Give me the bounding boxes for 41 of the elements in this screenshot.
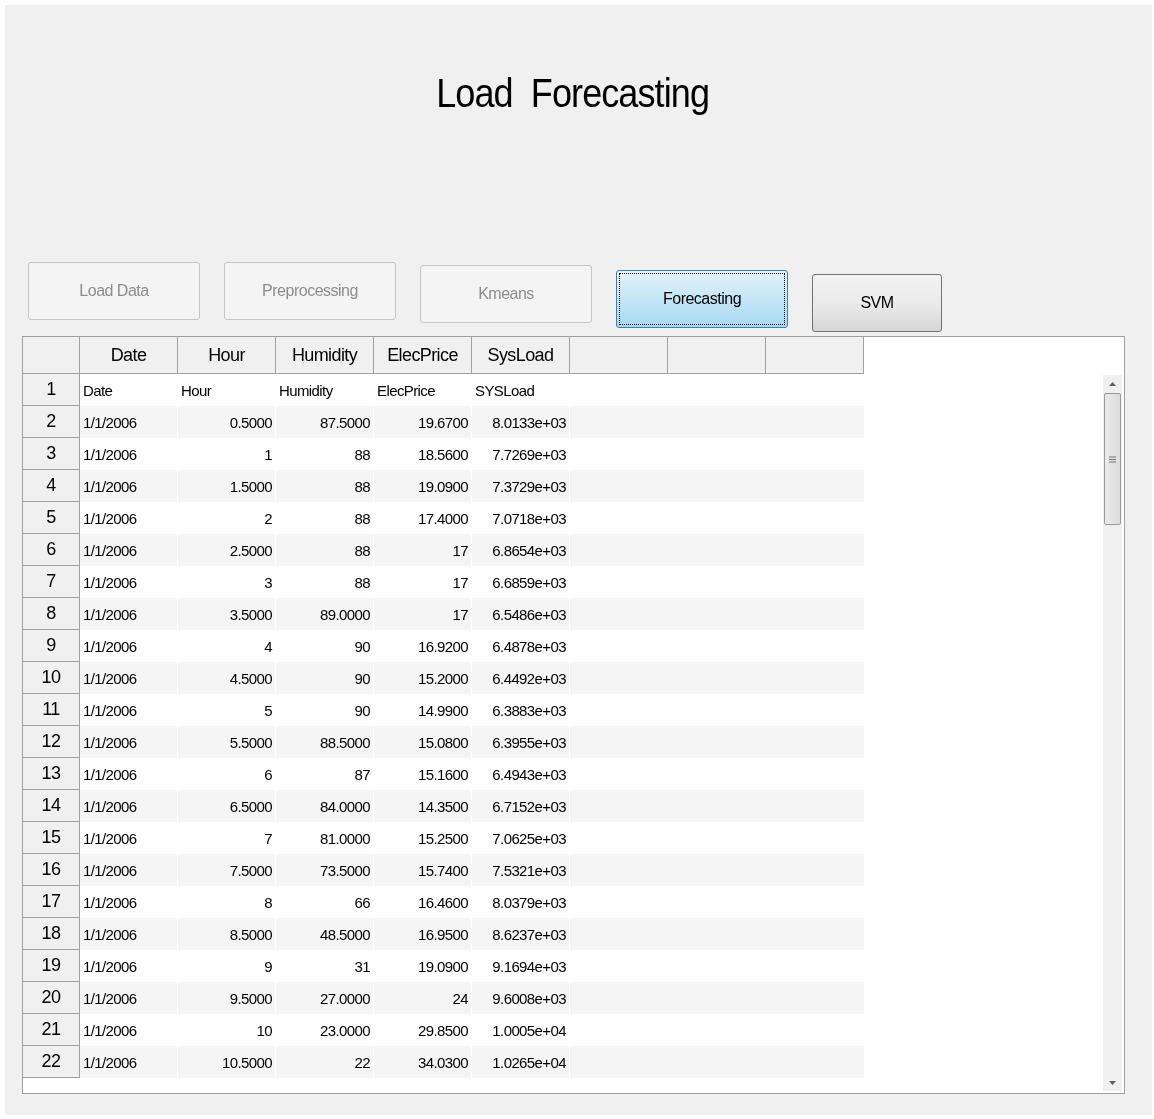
column-header[interactable]: Humidity bbox=[276, 337, 374, 374]
row-header[interactable]: 19 bbox=[23, 950, 80, 982]
row-header[interactable]: 3 bbox=[23, 438, 80, 470]
scrollbar[interactable] bbox=[1103, 375, 1122, 1091]
row-header[interactable]: 16 bbox=[23, 854, 80, 886]
row-header[interactable]: 18 bbox=[23, 918, 80, 950]
table-cell: 1.0265e+04 bbox=[472, 1046, 570, 1078]
table-cell: 10.5000 bbox=[178, 1046, 276, 1078]
column-header[interactable]: Date bbox=[80, 337, 178, 374]
row-header[interactable]: 8 bbox=[23, 598, 80, 630]
row-header[interactable]: 15 bbox=[23, 822, 80, 854]
row-header[interactable]: 10 bbox=[23, 662, 80, 694]
column-header[interactable] bbox=[570, 337, 668, 374]
row-header[interactable]: 2 bbox=[23, 406, 80, 438]
column-header[interactable]: SysLoad bbox=[472, 337, 570, 374]
action-button[interactable]: Forecasting bbox=[616, 270, 788, 328]
row-header[interactable]: 17 bbox=[23, 886, 80, 918]
scrollbar-thumb[interactable] bbox=[1104, 393, 1121, 525]
table-cell: 22 bbox=[276, 1046, 374, 1078]
row-header[interactable]: 6 bbox=[23, 534, 80, 566]
row-header[interactable]: 12 bbox=[23, 726, 80, 758]
row-header[interactable]: 21 bbox=[23, 1014, 80, 1046]
row-header[interactable]: 11 bbox=[23, 694, 80, 726]
column-header[interactable]: Hour bbox=[178, 337, 276, 374]
column-header[interactable] bbox=[668, 337, 766, 374]
row-header[interactable]: 14 bbox=[23, 790, 80, 822]
column-header[interactable] bbox=[766, 337, 864, 374]
table-cell: 34.0300 bbox=[374, 1046, 472, 1078]
table-cell: 1/1/2006 bbox=[80, 1046, 178, 1078]
app-title: Load Forecasting bbox=[436, 71, 710, 116]
row-header[interactable]: 22 bbox=[23, 1046, 80, 1078]
row-header[interactable]: 20 bbox=[23, 982, 80, 1014]
row-header[interactable]: 5 bbox=[23, 502, 80, 534]
row-header[interactable]: 4 bbox=[23, 470, 80, 502]
row-header[interactable]: 7 bbox=[23, 566, 80, 598]
grip-icon bbox=[1109, 455, 1116, 463]
row-header[interactable]: 13 bbox=[23, 758, 80, 790]
row-header[interactable]: 1 bbox=[23, 374, 80, 406]
row-header[interactable]: 9 bbox=[23, 630, 80, 662]
action-button[interactable]: SVM bbox=[812, 274, 942, 332]
column-header[interactable]: ElecPrice bbox=[374, 337, 472, 374]
